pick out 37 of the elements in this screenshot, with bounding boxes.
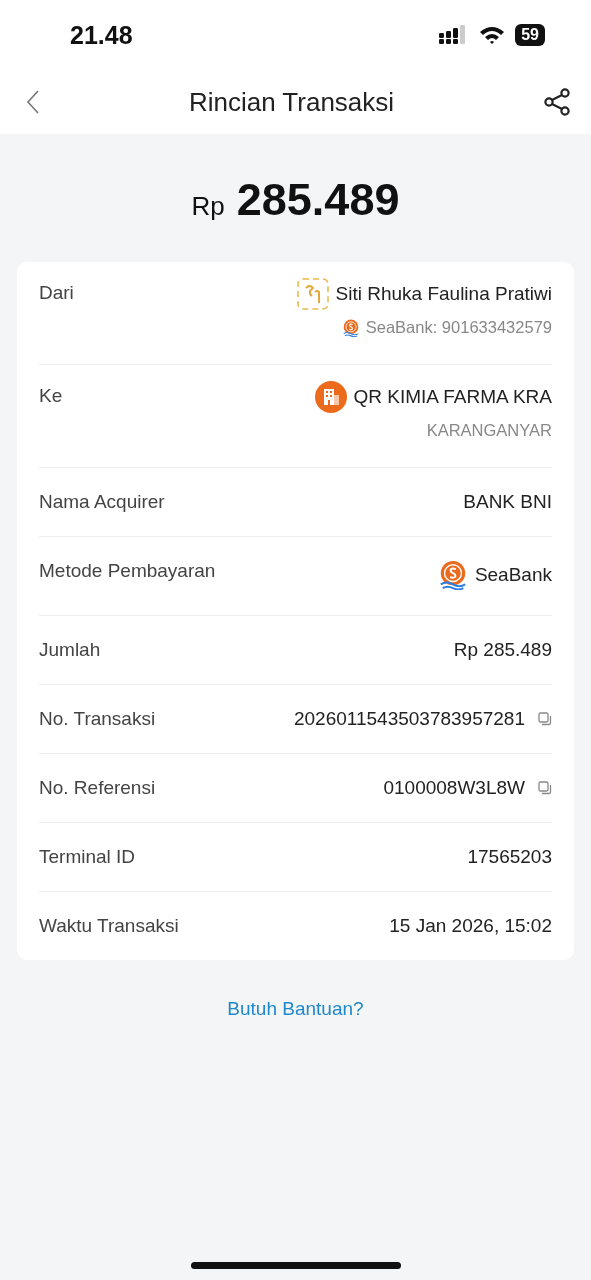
field-value: 17565203: [467, 846, 552, 868]
help-link[interactable]: Butuh Bantuan?: [227, 998, 364, 1019]
currency-label: Rp: [191, 191, 225, 222]
field-value: SeaBank: [474, 564, 552, 586]
building-icon: [314, 381, 347, 413]
field-value: 2026011543503783957281: [293, 708, 525, 730]
copy-button[interactable]: [538, 781, 552, 795]
status-time: 21.48: [70, 20, 133, 50]
field-value: Rp 285.489: [453, 639, 552, 661]
field-label: Terminal ID: [39, 846, 136, 868]
field-label: No. Transaksi: [39, 708, 156, 730]
field-label: Metode Pembayaran: [39, 560, 216, 582]
field-label: Dari: [39, 282, 74, 304]
battery-indicator: 59: [515, 24, 545, 46]
avatar-icon: [296, 278, 329, 310]
back-icon: [26, 90, 40, 114]
copy-icon: [538, 712, 552, 726]
seabank-logo-icon: [437, 560, 468, 590]
wifi-icon: [479, 25, 506, 45]
field-label: Jumlah: [39, 639, 101, 661]
party-name: Siti Rhuka Faulina Pratiwi: [335, 283, 552, 305]
field-value: BANK BNI: [463, 491, 552, 513]
field-value: 0100008W3L8W: [383, 777, 525, 799]
party-detail: KARANGANYAR: [426, 421, 552, 440]
share-icon: [543, 88, 571, 116]
page-title: Rincian Transaksi: [188, 86, 395, 118]
field-label: Nama Acquirer: [39, 491, 165, 513]
seabank-logo-icon: [341, 318, 360, 337]
party-detail: SeaBank: 901633432579: [365, 318, 552, 337]
field-label: No. Referensi: [39, 777, 156, 799]
copy-button[interactable]: [538, 712, 552, 726]
field-value: 15 Jan 2026, 15:02: [389, 915, 552, 937]
field-label: Ke: [39, 385, 63, 407]
party-name: QR KIMIA FARMA KRA: [353, 386, 552, 408]
copy-icon: [538, 781, 552, 795]
field-label: Waktu Transaksi: [39, 915, 179, 937]
amount-value: 285.489: [236, 174, 400, 226]
